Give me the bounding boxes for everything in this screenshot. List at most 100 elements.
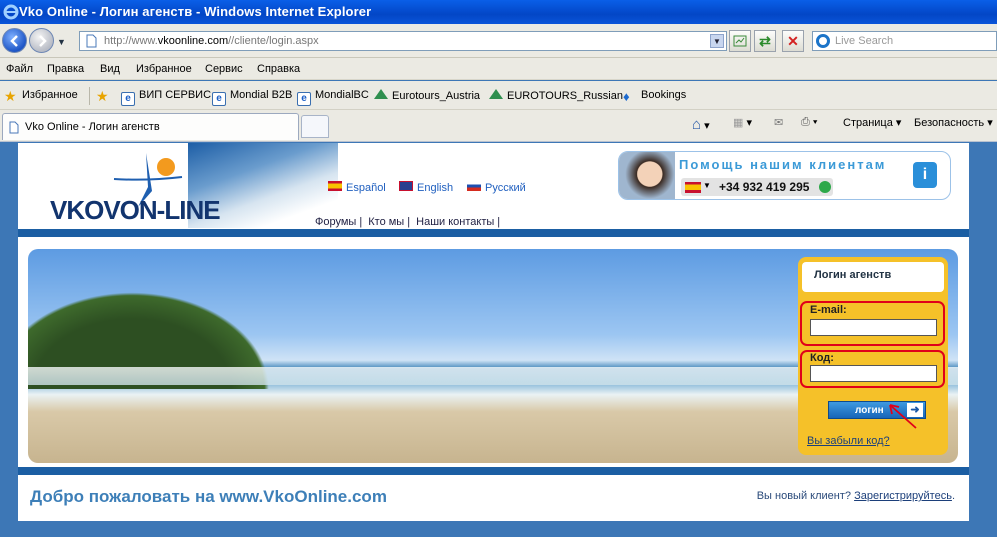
address-url[interactable]: http://www.vkoonline.com//cliente/login.… [104,35,319,47]
favorite-label: ВИП СЕРВИС [139,89,212,101]
compatibility-icon [733,35,747,47]
window-title: Vko Online - Логин агенств - Windows Int… [19,4,372,19]
eurotours-icon [374,89,388,99]
page-icon [9,121,19,134]
favorite-bookings[interactable]: ♦ Bookings [623,89,686,104]
menu-help[interactable]: Справка [257,63,300,75]
lang-english[interactable]: English [399,181,453,194]
favorite-label: MondialBC [315,89,369,101]
add-favorite-icon: ★ [96,88,109,104]
page-content: VKOVON-LINE Español English Русский Фору… [18,143,969,521]
favorites-label: Избранное [22,89,78,101]
link-divider: | [359,216,363,228]
phone-number: +34 932 419 295 [719,180,810,194]
menu-favorites[interactable]: Избранное [136,63,192,75]
spain-flag-icon [328,181,342,191]
welcome-heading: Добро пожаловать на www.VkoOnline.com [30,487,387,506]
code-field[interactable] [810,365,937,382]
search-box[interactable]: Live Search [812,31,997,51]
favorites-bar: ★ Избранное ★ e ВИП СЕРВИС e Mondial B2B eM… [0,81,997,110]
menu-edit[interactable]: Правка [47,63,84,75]
phone-selector[interactable]: ▼ +34 932 419 295 [681,178,833,196]
favorite-mondialbc[interactable]: e MondialBC [297,89,369,106]
link-contacts[interactable]: Наши контакты [416,216,494,228]
logo-text: VKOVON-LINE [50,195,221,225]
help-title: Помощь нашим клиентам [679,157,887,172]
address-bar[interactable]: http://www.vkoonline.com//cliente/login.… [79,31,727,51]
address-dropdown-icon[interactable]: ▼ [710,34,724,48]
link-forums[interactable]: Форумы [315,216,356,228]
favorite-label: Eurotours_Austria [392,90,481,102]
feeds-button[interactable]: ▦ ▾ [733,116,752,129]
refresh-icon: ⇄ [759,33,771,49]
stop-button[interactable]: ✕ [782,30,804,52]
site-logo[interactable]: VKOVON-LINE [48,151,238,226]
spain-flag-icon [685,182,701,193]
url-path: //cliente/login.aspx [228,35,319,47]
favorite-mondial-b2b[interactable]: e Mondial B2B [212,89,292,106]
forward-button[interactable] [29,28,54,53]
register-link[interactable]: Зарегистрируйтесь [854,490,952,502]
favorites-button[interactable]: ★ Избранное [4,89,78,103]
lang-spanish[interactable]: Español [328,181,386,194]
favorites-separator [89,87,90,105]
window-title-bar[interactable]: Vko Online - Логин агенств - Windows Int… [0,0,997,24]
url-host: vkoonline.com [157,35,229,47]
bing-icon [816,34,830,48]
safety-menu-button[interactable]: Безопасность ▾ [914,116,993,129]
page-menu-label: Страница [843,117,893,129]
menu-tools[interactable]: Сервис [205,63,243,75]
email-label: E-mail: [810,304,847,316]
history-dropdown-icon[interactable]: ▼ [57,37,66,47]
star-icon: ★ [4,88,17,104]
email-field[interactable] [810,319,937,336]
customer-help-box: Помощь нашим клиентам ▼ +34 932 419 295 … [618,151,951,200]
code-label: Код: [810,352,834,364]
chevron-down-icon[interactable]: ▼ [703,181,711,190]
lang-label: Español [346,182,386,194]
favorite-eurotours-austria[interactable]: Eurotours_Austria [374,89,480,102]
home-button[interactable]: ⌂ ▾ [692,116,710,133]
link-about[interactable]: Кто мы [368,216,404,228]
add-favorite-button[interactable]: ★ [96,89,114,103]
bookings-icon: ♦ [623,89,630,104]
header-divider [18,229,969,237]
compatibility-view-button[interactable] [729,30,751,52]
favorite-label: Bookings [641,89,687,101]
login-title: Логин агенств [814,269,892,281]
forgot-code-link[interactable]: Вы забыли код? [807,435,890,447]
favorite-eurotours-russian[interactable]: EUROTOURS_Russian [489,89,623,102]
info-icon[interactable]: i [913,162,937,188]
russia-flag-icon [467,181,481,191]
red-pointer-arrow-icon [889,404,917,429]
lang-label: English [417,182,454,194]
new-client-text: Вы новый клиент? Зарегистрируйтесь. [757,490,955,502]
tab-row: Vko Online - Логин агенств ⌂ ▾ ▦ ▾ ✉ ⎙ ▾… [0,110,997,142]
url-prefix: http://www. [104,35,158,47]
page-icon [86,34,97,48]
login-button-label: логин [855,405,884,416]
link-divider: | [497,216,501,228]
arrow-right-icon [39,35,47,47]
mail-button[interactable]: ✉ [774,116,783,129]
lang-russian[interactable]: Русский [467,181,526,194]
login-header: Логин агенств [802,262,944,292]
ie-logo-icon [3,4,19,20]
page-menu-button[interactable]: Страница ▾ [843,116,901,129]
print-button[interactable]: ⎙ ▾ [801,116,818,129]
tab-active[interactable]: Vko Online - Логин агенств [2,113,299,140]
favorite-vip[interactable]: e ВИП СЕРВИС [121,89,211,106]
new-tab-button[interactable] [301,115,329,138]
link-divider: | [407,216,411,228]
back-button[interactable] [2,28,27,53]
menu-view[interactable]: Вид [100,63,120,75]
ie-page-icon: e [121,92,135,106]
register-period: . [951,490,955,502]
address-toolbar: ▼ http://www.vkoonline.com//cliente/logi… [0,24,997,58]
menu-file[interactable]: Файл [6,63,33,75]
favorite-label: Mondial B2B [230,89,293,101]
uk-flag-icon [399,181,413,191]
top-links: Форумы | Кто мы | Наши контакты | [315,216,503,228]
refresh-button[interactable]: ⇄ [754,30,776,52]
support-agent-photo [619,152,675,199]
